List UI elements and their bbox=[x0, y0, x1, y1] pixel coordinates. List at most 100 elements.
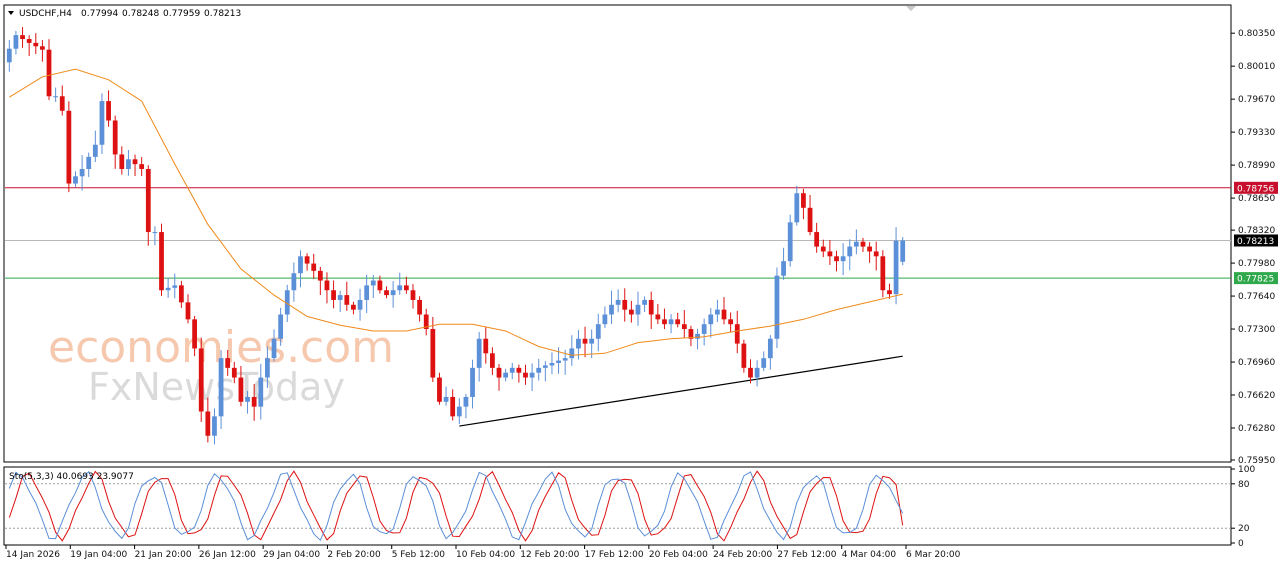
candle-body bbox=[873, 251, 879, 257]
candle-body bbox=[324, 280, 330, 291]
candle-body bbox=[701, 324, 707, 334]
header-symbol: USDCHF,H4 bbox=[19, 9, 72, 19]
candle-body bbox=[331, 290, 336, 300]
candle-body bbox=[225, 358, 231, 368]
candle-body bbox=[73, 176, 78, 184]
candle-body bbox=[529, 372, 535, 378]
candle-body bbox=[728, 319, 734, 325]
price-tick-label: 0.76960 bbox=[1238, 358, 1275, 368]
candle-body bbox=[741, 343, 747, 368]
candle-body bbox=[648, 299, 654, 315]
stoch-tick-label: 80 bbox=[1238, 480, 1250, 490]
candle-body bbox=[377, 280, 383, 291]
candle-body bbox=[450, 396, 456, 417]
candle-body bbox=[403, 285, 409, 291]
candle-body bbox=[212, 416, 217, 436]
candle-body bbox=[172, 285, 178, 288]
candle-body bbox=[384, 290, 389, 296]
candle-body bbox=[576, 338, 581, 349]
stoch-tick-label: 0 bbox=[1238, 539, 1244, 549]
time-tick-label: 6 Mar 20:00 bbox=[906, 550, 961, 560]
candle-body bbox=[443, 396, 449, 402]
candle-body bbox=[642, 299, 647, 305]
time-tick-label: 17 Feb 12:00 bbox=[585, 550, 644, 560]
price-tick-label: 0.76280 bbox=[1238, 424, 1275, 434]
candle-body bbox=[13, 35, 19, 49]
candle-body bbox=[595, 324, 601, 339]
candle-body bbox=[807, 207, 813, 233]
candle-body bbox=[602, 314, 608, 325]
candle-body bbox=[231, 367, 237, 378]
candle-body bbox=[483, 338, 489, 354]
candle-body bbox=[397, 285, 403, 291]
header-open: 0.77994 bbox=[81, 9, 118, 19]
candle-body bbox=[165, 287, 171, 291]
candle-body bbox=[536, 367, 542, 373]
candle-body bbox=[609, 304, 614, 315]
time-tick-label: 12 Feb 20:00 bbox=[520, 550, 579, 560]
candle-body bbox=[79, 168, 85, 177]
candle-body bbox=[715, 309, 720, 315]
price-tick-label: 0.80350 bbox=[1238, 29, 1275, 39]
candle-body bbox=[126, 159, 131, 169]
stoch-title: Sto(5,3,3) 40.0693 23.9077 bbox=[9, 472, 134, 482]
candle-body bbox=[139, 164, 145, 169]
candle-body bbox=[53, 96, 59, 98]
candle-body bbox=[185, 302, 191, 320]
candle-body bbox=[470, 367, 475, 397]
candle-body bbox=[847, 246, 853, 257]
candle-body bbox=[430, 329, 436, 378]
candle-body bbox=[364, 285, 370, 300]
candle-body bbox=[801, 193, 806, 208]
price-tick-label: 0.77980 bbox=[1238, 259, 1275, 269]
price-tick-label: 0.78650 bbox=[1238, 194, 1275, 204]
candle-body bbox=[92, 144, 98, 157]
candle-body bbox=[827, 251, 833, 257]
candle-body bbox=[46, 49, 52, 97]
candle-body bbox=[542, 365, 548, 368]
candle-body bbox=[490, 353, 495, 368]
candle-body bbox=[390, 290, 396, 296]
candle-body bbox=[734, 324, 740, 344]
candle-body bbox=[582, 338, 588, 344]
candle-body bbox=[655, 314, 661, 320]
price-tick-label: 0.76620 bbox=[1238, 391, 1275, 401]
price-tag-label-resistance: 0.78756 bbox=[1237, 184, 1274, 194]
candle-body bbox=[6, 48, 12, 63]
price-tick-label: 0.80010 bbox=[1238, 62, 1275, 72]
candle-body bbox=[205, 411, 211, 436]
candle-body bbox=[774, 275, 780, 339]
candle-body bbox=[258, 377, 264, 407]
candle-body bbox=[265, 358, 270, 378]
time-tick-label: 14 Jan 2026 bbox=[6, 550, 60, 560]
candle-body bbox=[370, 280, 376, 286]
candle-body bbox=[880, 256, 886, 291]
time-axis: 14 Jan 2026 19 Jan 04:00 21 Jan 20:00 26 Ja… bbox=[5, 545, 961, 560]
stochastic-axis: 100 80 20 0 bbox=[1231, 465, 1255, 549]
candle-body bbox=[681, 324, 687, 330]
candle-body bbox=[351, 304, 356, 310]
candle-body bbox=[721, 309, 727, 320]
candle-body bbox=[26, 39, 32, 43]
time-tick-label: 29 Jan 04:00 bbox=[263, 550, 320, 560]
header-high: 0.78248 bbox=[122, 9, 159, 19]
candle-body bbox=[178, 285, 184, 303]
candle-body bbox=[615, 299, 621, 305]
price-tick-label: 0.78990 bbox=[1238, 161, 1275, 171]
candle-body bbox=[198, 348, 204, 412]
candle-body bbox=[887, 290, 892, 295]
candle-body bbox=[251, 396, 257, 407]
candle-body bbox=[549, 362, 555, 366]
price-axis: 0.80350 0.80010 0.79670 0.79330 0.78990 0.786… bbox=[1231, 29, 1275, 466]
time-tick-label: 4 Mar 04:00 bbox=[842, 550, 897, 560]
header-low: 0.77959 bbox=[163, 9, 200, 19]
candle-body bbox=[86, 156, 92, 169]
candle-body bbox=[344, 295, 350, 305]
candle-body bbox=[311, 263, 317, 271]
candle-body bbox=[192, 319, 197, 349]
candle-body bbox=[853, 241, 859, 247]
candle-body bbox=[119, 154, 125, 169]
candle-body bbox=[317, 270, 323, 281]
price-tick-label: 0.79330 bbox=[1238, 128, 1275, 138]
time-tick-label: 19 Jan 04:00 bbox=[70, 550, 127, 560]
